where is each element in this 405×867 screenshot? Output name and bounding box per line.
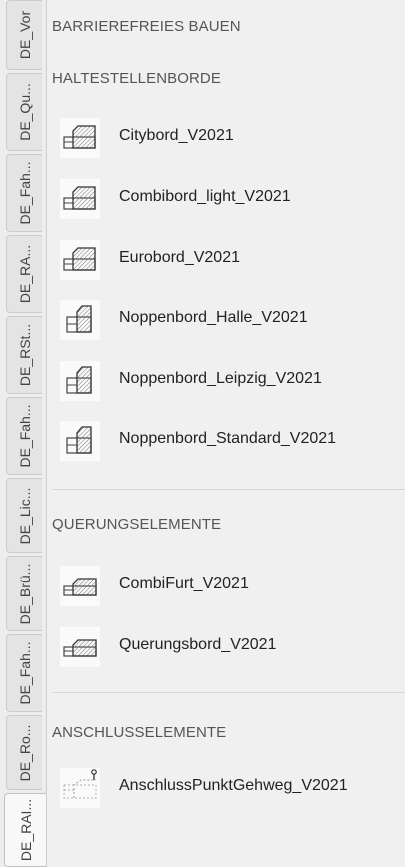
section-divider <box>52 692 405 693</box>
tab-label: DE_RSt... <box>16 323 33 387</box>
tab-label: DE_Fah... <box>16 641 33 705</box>
tab-label: DE_Fah... <box>16 404 33 468</box>
tab-de-rst[interactable]: DE_RSt... <box>6 316 42 394</box>
section-divider <box>52 489 405 490</box>
tool-noppenbord-halle[interactable]: Noppenbord_Halle_V2021 <box>56 298 396 342</box>
tab-label: DE_RAI... <box>17 798 34 862</box>
tab-de-fah-1[interactable]: DE_Fah... <box>6 154 42 232</box>
tab-label: DE_Brü... <box>16 563 33 624</box>
tab-de-vor[interactable]: DE_Vor <box>6 0 42 70</box>
tool-combibord-light[interactable]: Combibord_light_V2021 <box>56 177 396 221</box>
tab-de-fah-2[interactable]: DE_Fah... <box>6 397 42 475</box>
tool-label: Noppenbord_Standard_V2021 <box>119 430 337 447</box>
tool-anschlusspunkt-gehweg[interactable]: AnschlussPunktGehweg_V2021 <box>56 766 396 810</box>
curb-tall-icon <box>60 421 100 461</box>
tab-label: DE_Vor <box>16 10 33 60</box>
tool-label: AnschlussPunktGehweg_V2021 <box>119 777 348 794</box>
tool-querungsbord[interactable]: Querungsbord_V2021 <box>56 625 396 669</box>
tool-eurobord[interactable]: Eurobord_V2021 <box>56 238 396 282</box>
tab-de-ra[interactable]: DE_RA... <box>6 235 42 313</box>
tool-label: Noppenbord_Halle_V2021 <box>119 309 308 326</box>
tab-de-qu[interactable]: DE_Qu... <box>6 73 42 151</box>
tool-label: Citybord_V2021 <box>119 127 234 144</box>
tab-label: DE_RA... <box>16 244 33 304</box>
tool-citybord[interactable]: Citybord_V2021 <box>56 116 396 160</box>
tool-noppenbord-standard[interactable]: Noppenbord_Standard_V2021 <box>56 419 396 463</box>
curb-block-icon <box>60 118 100 158</box>
section-title-haltestellenborde: HALTESTELLENBORDE <box>52 70 221 87</box>
curb-block-icon <box>60 240 100 280</box>
tool-label: Noppenbord_Leipzig_V2021 <box>119 370 322 387</box>
tool-label: Combibord_light_V2021 <box>119 188 291 205</box>
tab-de-bru[interactable]: DE_Brü... <box>6 556 42 631</box>
connection-point-icon <box>60 768 100 808</box>
tab-label: DE_Qu... <box>16 83 33 141</box>
tab-label: DE_Lic... <box>16 487 33 544</box>
tab-de-ro[interactable]: DE_Ro... <box>6 715 42 790</box>
section-title-anschlusselemente: ANSCHLUSSELEMENTE <box>52 724 227 741</box>
tab-de-fah-3[interactable]: DE_Fah... <box>6 634 42 712</box>
curb-tall-icon <box>60 361 100 401</box>
curb-tall-icon <box>60 300 100 340</box>
tab-de-rai[interactable]: DE_RAI... <box>4 793 46 867</box>
tool-label: Querungsbord_V2021 <box>119 636 277 653</box>
tool-combifurt[interactable]: CombiFurt_V2021 <box>56 564 396 608</box>
curb-flat-icon <box>60 566 100 606</box>
tool-palette-tabs: DE_Vor DE_Qu... DE_Fah... DE_RA... DE_RS… <box>0 0 47 867</box>
tool-palette-content: BARRIEREFREIES BAUEN HALTESTELLENBORDE C… <box>52 0 405 867</box>
tool-label: Eurobord_V2021 <box>119 249 240 266</box>
tab-label: DE_Fah... <box>16 161 33 225</box>
palette-header-title: BARRIEREFREIES BAUEN <box>52 18 241 35</box>
curb-block-icon <box>60 179 100 219</box>
section-title-querungselemente: QUERUNGSELEMENTE <box>52 516 222 533</box>
tool-label: CombiFurt_V2021 <box>119 575 249 592</box>
curb-flat-icon <box>60 627 100 667</box>
tool-noppenbord-leipzig[interactable]: Noppenbord_Leipzig_V2021 <box>56 359 396 403</box>
tab-label: DE_Ro... <box>16 724 33 781</box>
tab-de-lic[interactable]: DE_Lic... <box>6 478 42 553</box>
